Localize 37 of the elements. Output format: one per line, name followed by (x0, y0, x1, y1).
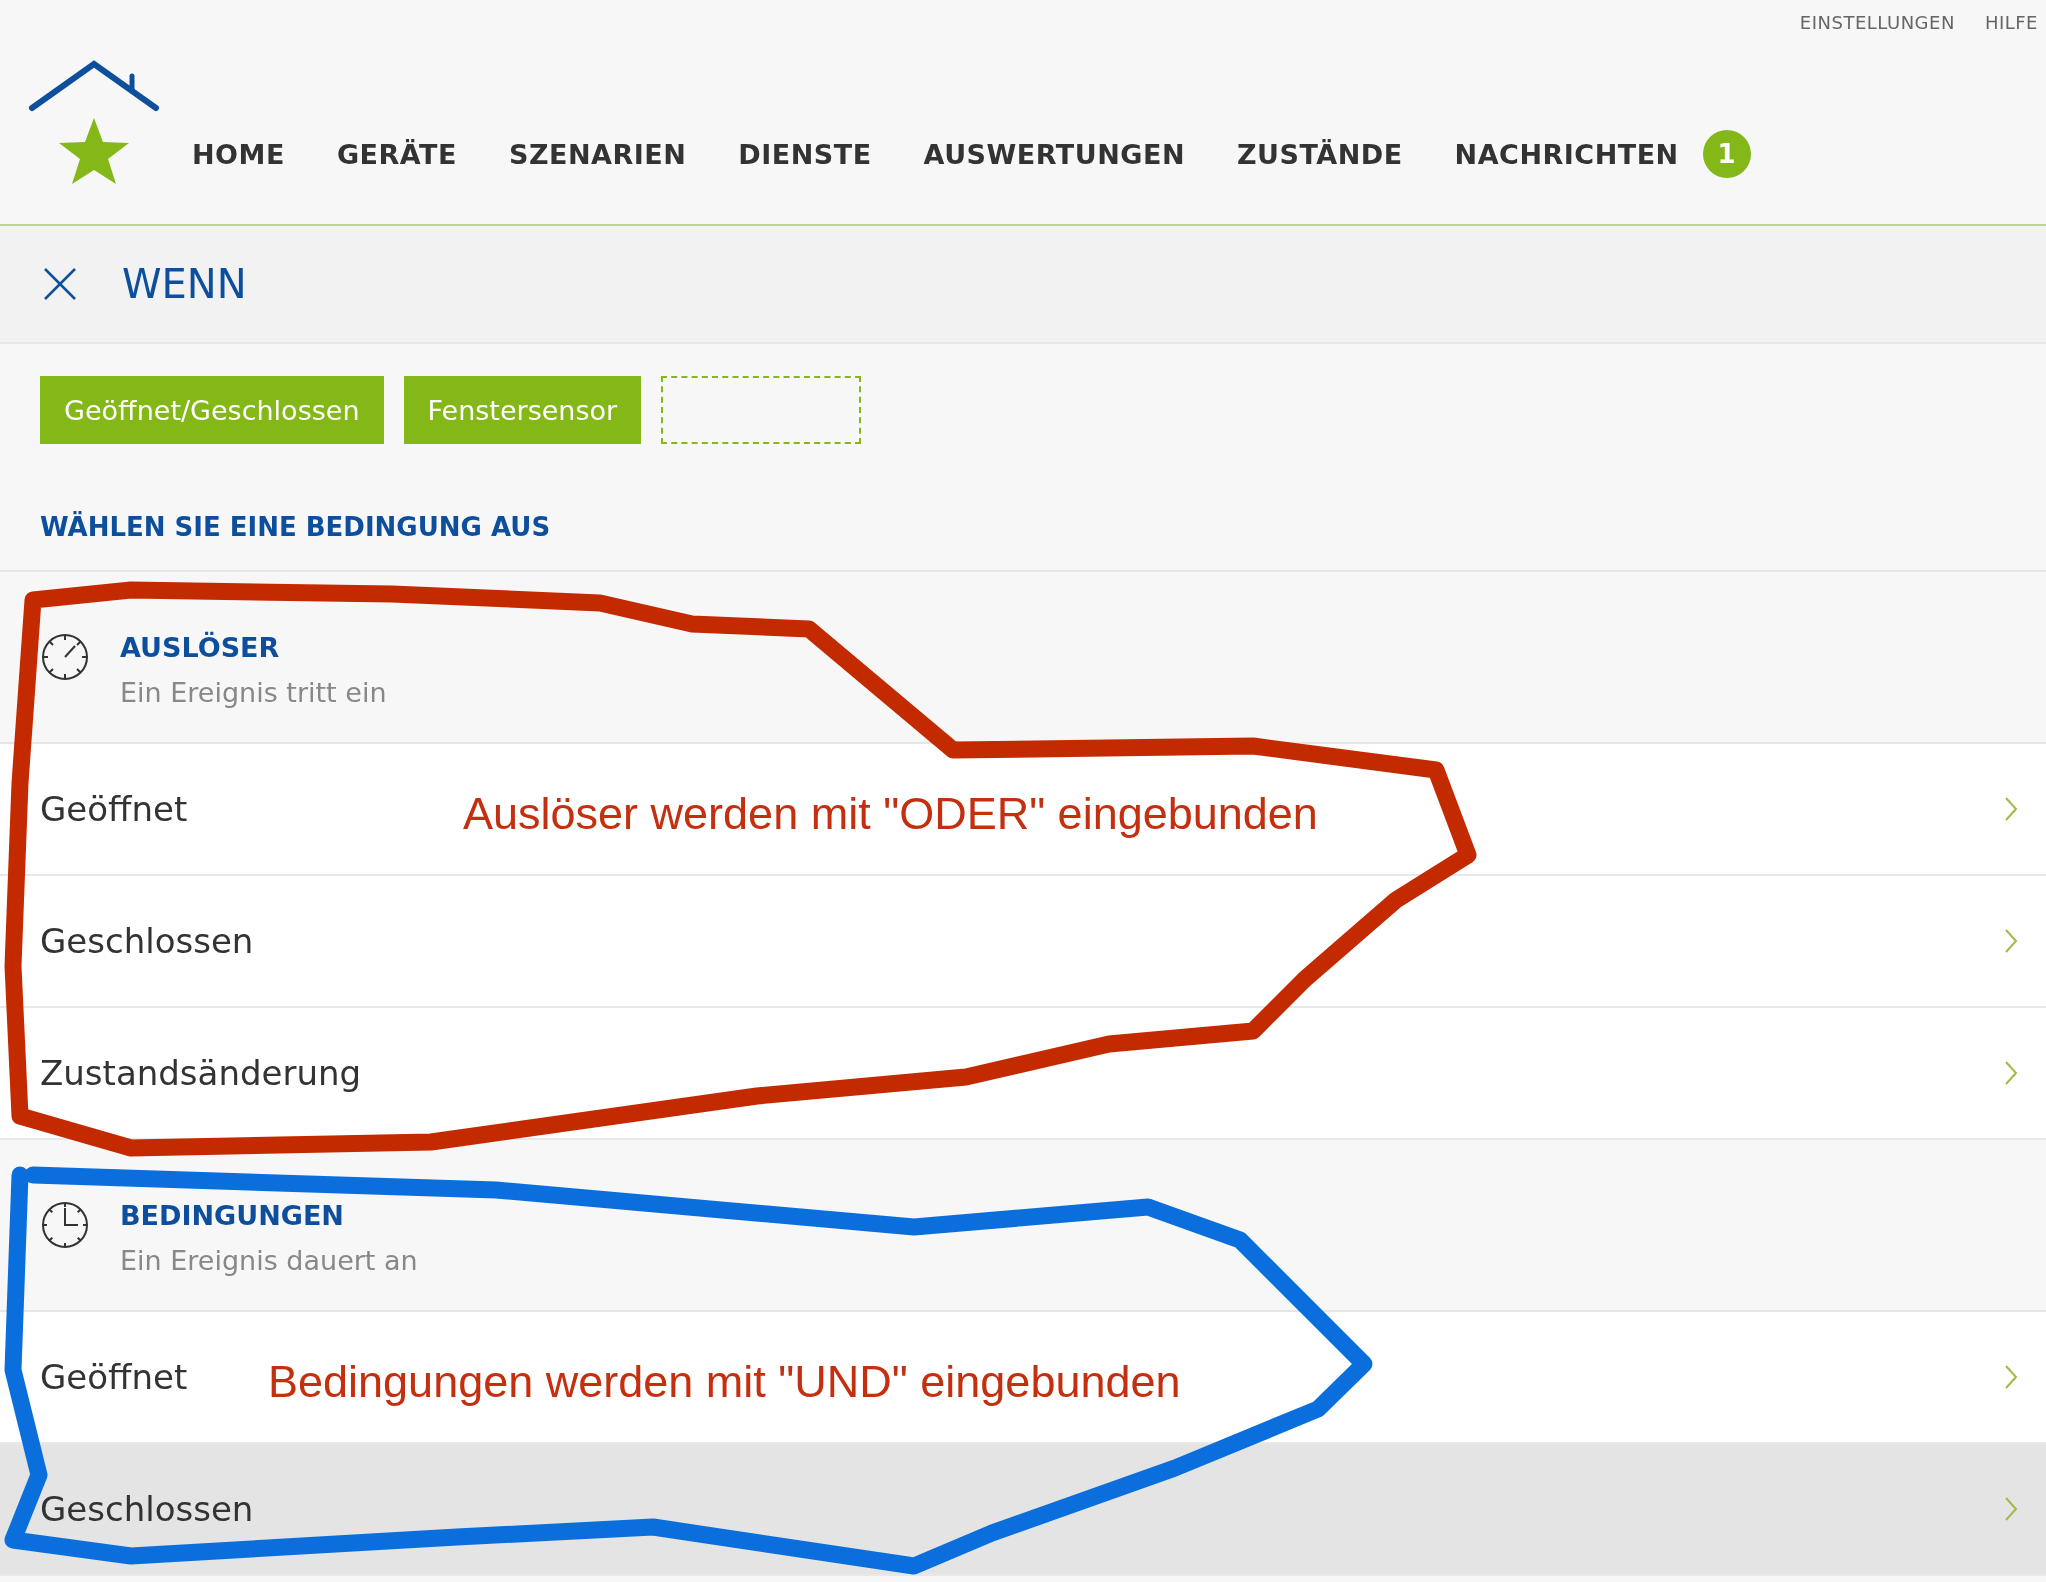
option-row[interactable]: Geschlossen (0, 876, 2046, 1008)
option-label: Geschlossen (40, 921, 254, 961)
option-row[interactable]: Geschlossen (0, 1444, 2046, 1576)
chevron-right-icon (2004, 1364, 2018, 1390)
chevron-right-icon (2004, 928, 2018, 954)
nav-link[interactable]: GERÄTE (336, 138, 457, 170)
chevron-right-icon (2004, 1060, 2018, 1086)
nav-link[interactable]: HOME (192, 138, 285, 170)
handwritten-note: Auslöser werden mit "ODER" eingebunden (463, 788, 1318, 840)
option-label: Zustandsänderung (40, 1053, 362, 1093)
notification-badge: 1 (1702, 130, 1751, 178)
category-title: BEDINGUNGEN (120, 1200, 345, 1231)
option-row[interactable]: Geöffnet Auslöser werden mit "ODER" eingebunden (0, 744, 2046, 876)
option-row[interactable]: Geöffnet Bedingungen werden mit "UND" eingebunden (0, 1312, 2046, 1444)
option-label: Geöffnet (40, 1357, 188, 1397)
option-label: Geöffnet (40, 789, 188, 829)
header-link[interactable]: HILFE (1984, 12, 2038, 40)
option-row[interactable]: Zustandsänderung (0, 1008, 2046, 1140)
chevron-right-icon (2004, 796, 2018, 822)
nav-link[interactable]: AUSWERTUNGEN (923, 138, 1185, 170)
nav-link[interactable]: NACHRICHTEN (1454, 138, 1679, 170)
category-subtitle: Ein Ereignis dauert an (120, 1245, 418, 1276)
nav-link[interactable]: ZUSTÄNDE (1237, 138, 1403, 170)
close-button[interactable] (42, 266, 78, 302)
stopwatch-icon (40, 632, 90, 682)
chevron-right-icon (2004, 1496, 2018, 1522)
option-label: Geschlossen (40, 1489, 254, 1529)
header-link[interactable]: EINSTELLUNGEN (1799, 12, 1955, 40)
house-star-logo[interactable] (28, 58, 160, 186)
category-title: AUSLÖSER (120, 632, 281, 663)
section-heading: WÄHLEN SIE EINE BEDINGUNG AUS (0, 444, 2046, 572)
clock-icon (40, 1200, 90, 1250)
category-subtitle: Ein Ereignis tritt ein (120, 677, 387, 708)
panel-title: WENN (122, 261, 247, 307)
nav-link[interactable]: SZENARIEN (508, 138, 687, 170)
handwritten-note: Bedingungen werden mit "UND" eingebunden (268, 1356, 1181, 1408)
nav-link[interactable]: DIENSTE (738, 138, 872, 170)
